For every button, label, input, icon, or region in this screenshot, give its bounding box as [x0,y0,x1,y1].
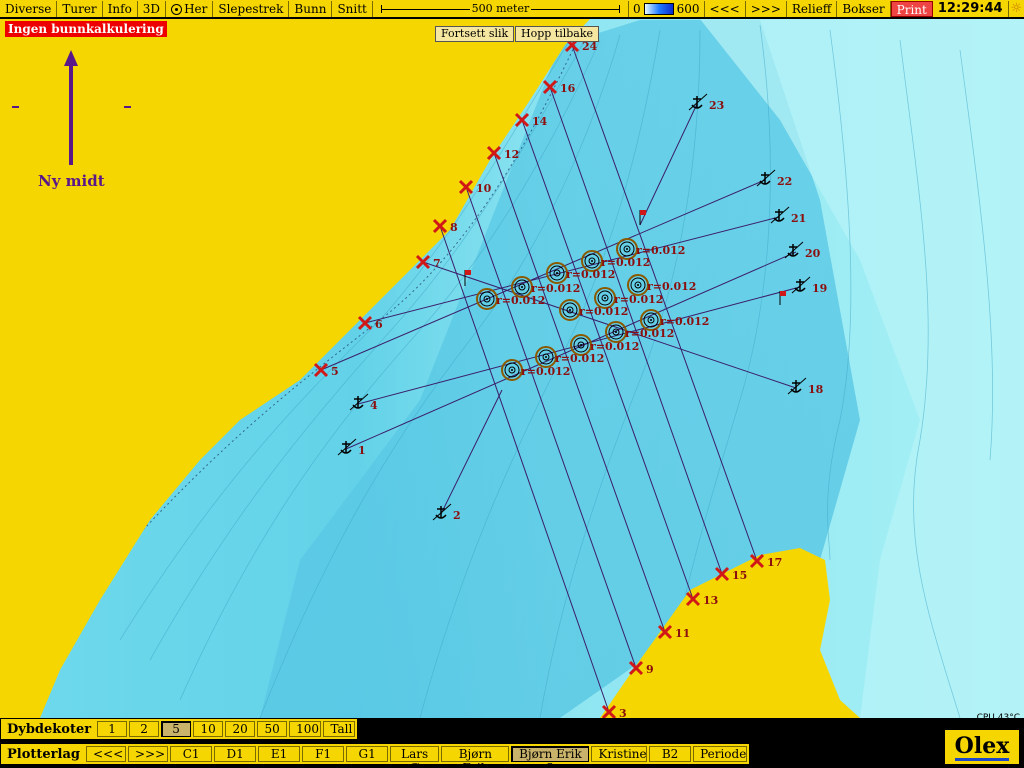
marker-label: 12 [504,148,519,161]
dybdekoter-bar: Dybdekoter 1 2 5 10 20 50 100 Tall [0,718,358,740]
menu-diverse[interactable]: Diverse [0,0,58,17]
radius-label: r=0.012 [566,268,615,281]
dybdekote-1[interactable]: 1 [97,721,128,737]
target-icon [171,3,183,15]
layer-f1[interactable]: F1 [302,746,345,762]
continue-button[interactable]: Fortsett slik [435,26,515,42]
no-bottom-calc-warning: Ingen bunnkalkulering [5,21,167,37]
print-button[interactable]: Print [890,0,933,17]
depth-gradient [643,2,674,15]
plotterlag-bar: Plotterlag <<< >>> C1 D1 E1 F1 G1 Lars Ø… [0,743,750,768]
radius-label: r=0.012 [555,352,604,365]
cpu-temp: CPU 43°C [976,713,1020,723]
marker-label: 7 [433,257,441,270]
menu-snitt[interactable]: Snitt [332,0,373,17]
layer-g1[interactable]: G1 [346,746,389,762]
marker-label: 18 [808,383,824,396]
target-circle-icon [627,274,649,296]
radius-label: r=0.012 [496,294,545,307]
bokser-button[interactable]: Bokser [837,0,891,17]
target-circle-icon [535,346,557,368]
dybdekote-2[interactable]: 2 [129,721,160,737]
target-circle-icon [501,359,523,381]
menu-info[interactable]: Info [103,0,138,17]
dybdekote-5[interactable]: 5 [161,721,192,737]
dybdekote-100[interactable]: 100 [289,721,322,737]
marker-label: 8 [450,221,458,234]
layer-c1[interactable]: C1 [170,746,213,762]
target-circle-icon [559,299,581,321]
layer-e1[interactable]: E1 [258,746,301,762]
dybdekoter-title: Dybdekoter [7,721,92,737]
plotterlag-prev[interactable]: <<< [85,746,127,762]
menu-turer[interactable]: Turer [57,0,103,17]
olex-logo: Olex [943,728,1021,766]
depth-max: 600 [676,1,700,16]
marker-label: 19 [812,282,827,295]
menu-3d[interactable]: 3D [138,0,167,17]
marker-label: 21 [791,212,806,225]
marker-label: 4 [370,399,378,412]
target-circle-icon [546,262,568,284]
target-circle-icon [476,288,498,310]
marker-label: 17 [767,556,782,569]
clock: 12:29:44 [933,0,1009,17]
dybdekote-tall[interactable]: Tall [323,721,355,737]
marker-label: 22 [777,175,792,188]
nav-next-button[interactable]: >>> [746,0,787,17]
layer-bjorn-erik[interactable]: Bjørn Erik [441,746,510,768]
top-menu-bar: Diverse Turer Info 3D Her Slepestrek Bun… [0,0,1024,18]
scale-label: 500 meter [469,1,532,15]
marker-label: 9 [646,663,654,676]
dybdekote-20[interactable]: 20 [225,721,256,737]
periode-button[interactable]: Periode [693,746,748,762]
depth-colorbar[interactable]: 0 600 [629,0,705,17]
map-canvas[interactable]: 123456789101112131415161718192021222324r… [0,19,1024,718]
dybdekote-10[interactable]: 10 [193,721,224,737]
marker-label: 14 [532,115,548,128]
marker-label: 11 [675,627,690,640]
menu-her-label: Her [184,1,208,16]
marker-label: 16 [560,82,576,95]
scale-label-wrap: 500 meter [373,1,628,17]
menu-bunn[interactable]: Bunn [289,0,333,17]
marker-label: 15 [732,569,747,582]
jump-back-button[interactable]: Hopp tilbake [515,26,600,42]
layer-lars[interactable]: Lars Ø [390,746,440,768]
marker-label: 3 [619,707,627,718]
plotterlag-next[interactable]: >>> [128,746,169,762]
radius-label: r=0.012 [579,305,628,318]
olex-logo-text: Olex [954,732,1010,761]
layer-b2[interactable]: B2 [649,746,692,762]
dybdekote-50[interactable]: 50 [257,721,288,737]
chart-map[interactable]: 1 2 3 4 5 6 7 8 9 10 11 12 13 14 15 16 17 18 19 20 21 22 23 24 r… [0,19,1024,718]
scale-bar: 500 meter [373,0,629,17]
radius-label: r=0.012 [521,365,570,378]
radius-label: r=0.012 [647,280,696,293]
sun-icon[interactable]: ☼ [1009,1,1024,17]
marker-label: 2 [453,509,461,522]
layer-kristine[interactable]: Kristine [591,746,648,762]
marker-label: 5 [331,365,339,378]
marker-label: 6 [375,318,383,331]
menu-her[interactable]: Her [166,0,214,17]
marker-label: 20 [805,247,821,260]
plotterlag-title: Plotterlag [7,746,80,762]
relieff-button[interactable]: Relieff [787,0,838,17]
radius-label: r=0.012 [625,327,674,340]
marker-label: 23 [709,99,724,112]
layer-d1[interactable]: D1 [214,746,257,762]
target-circle-icon [605,321,627,343]
nav-prev-button[interactable]: <<< [705,0,746,17]
marker-label: 13 [703,594,718,607]
marker-label: 10 [476,182,492,195]
marker-label: 1 [358,444,366,457]
layer-bjorn-erik-2[interactable]: Bjørn Erik 2 [511,746,590,768]
menu-slepestrek[interactable]: Slepestrek [213,0,290,17]
north-label: Ny midt [38,172,105,190]
depth-min: 0 [633,1,641,16]
